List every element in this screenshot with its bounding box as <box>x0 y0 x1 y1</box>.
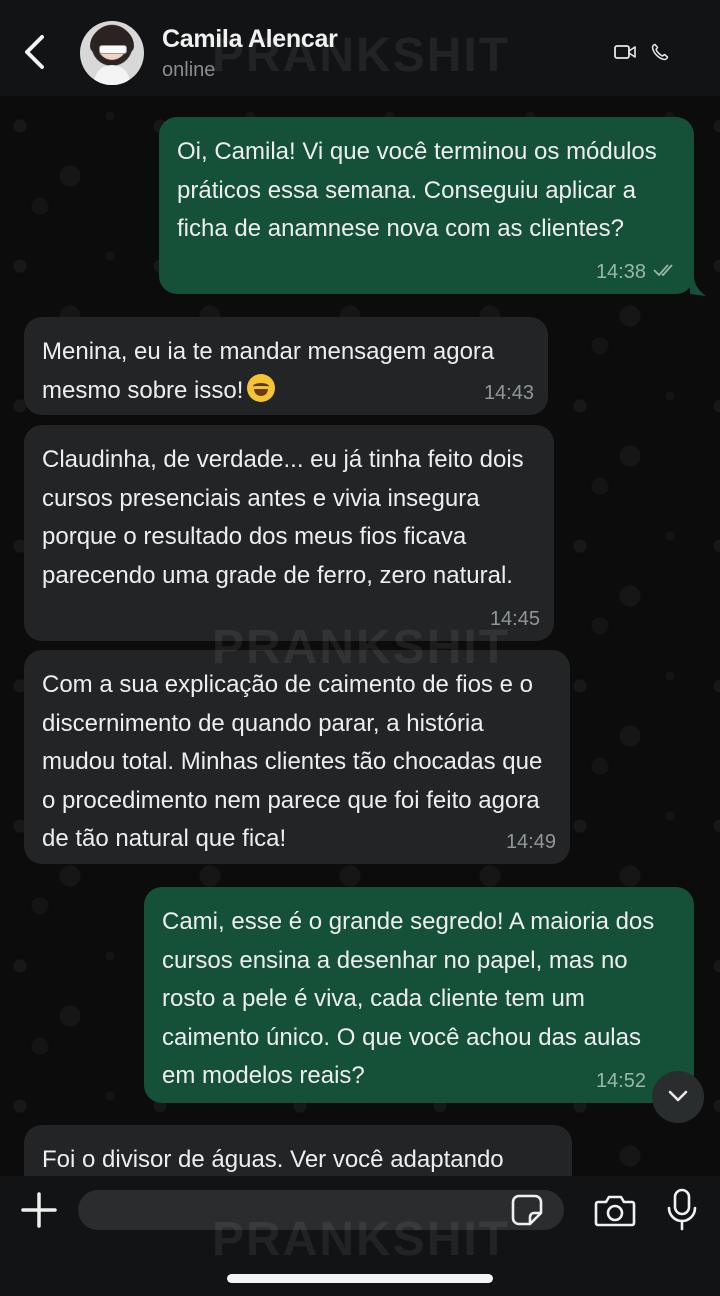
microphone-icon[interactable] <box>666 1188 698 1232</box>
sticker-icon[interactable] <box>510 1193 544 1227</box>
message-outgoing-2[interactable]: Cami, esse é o grande segredo! A maioria… <box>144 887 694 1103</box>
scroll-to-bottom-button[interactable] <box>652 1071 704 1123</box>
contact-name[interactable]: Camila Alencar <box>162 25 338 54</box>
message-text: Oi, Camila! Vi que você terminou os módu… <box>177 138 657 242</box>
video-call-icon[interactable] <box>614 44 636 60</box>
message-input[interactable] <box>78 1190 564 1230</box>
chat-header: Camila Alencar online <box>0 0 720 96</box>
message-text: Menina, eu ia te mandar mensagem agora m… <box>42 338 495 404</box>
chevron-down-icon <box>668 1090 688 1102</box>
read-receipt-icon <box>653 264 673 277</box>
phone-call-icon[interactable] <box>651 43 669 61</box>
laughing-emoji-icon <box>247 373 276 402</box>
message-outgoing-1[interactable]: Oi, Camila! Vi que você terminou os módu… <box>159 117 694 294</box>
message-time: 14:43 <box>483 382 534 404</box>
message-text: Cami, esse é o grande segredo! A maioria… <box>162 908 655 1089</box>
message-time: 14:38 <box>595 261 646 283</box>
message-incoming-2[interactable]: Claudinha, de verdade... eu já tinha fei… <box>24 425 554 641</box>
plus-icon[interactable] <box>20 1191 58 1229</box>
message-time: 14:52 <box>595 1070 646 1092</box>
message-incoming-1[interactable]: Menina, eu ia te mandar mensagem agora m… <box>24 317 548 415</box>
message-time: 14:45 <box>489 608 540 630</box>
contact-avatar[interactable] <box>80 21 144 85</box>
back-arrow-icon[interactable] <box>20 34 50 70</box>
message-time: 14:49 <box>505 831 556 853</box>
message-text: Claudinha, de verdade... eu já tinha fei… <box>42 446 524 589</box>
message-incoming-3[interactable]: Com a sua explicação de caimento de fios… <box>24 650 570 864</box>
composer-bar <box>0 1176 720 1296</box>
message-text: Foi o divisor de águas. Ver você adaptan… <box>42 1146 504 1173</box>
home-indicator[interactable] <box>227 1274 493 1283</box>
camera-icon[interactable] <box>594 1193 636 1227</box>
message-text: Com a sua explicação de caimento de fios… <box>42 671 543 852</box>
contact-status: online <box>162 59 216 81</box>
